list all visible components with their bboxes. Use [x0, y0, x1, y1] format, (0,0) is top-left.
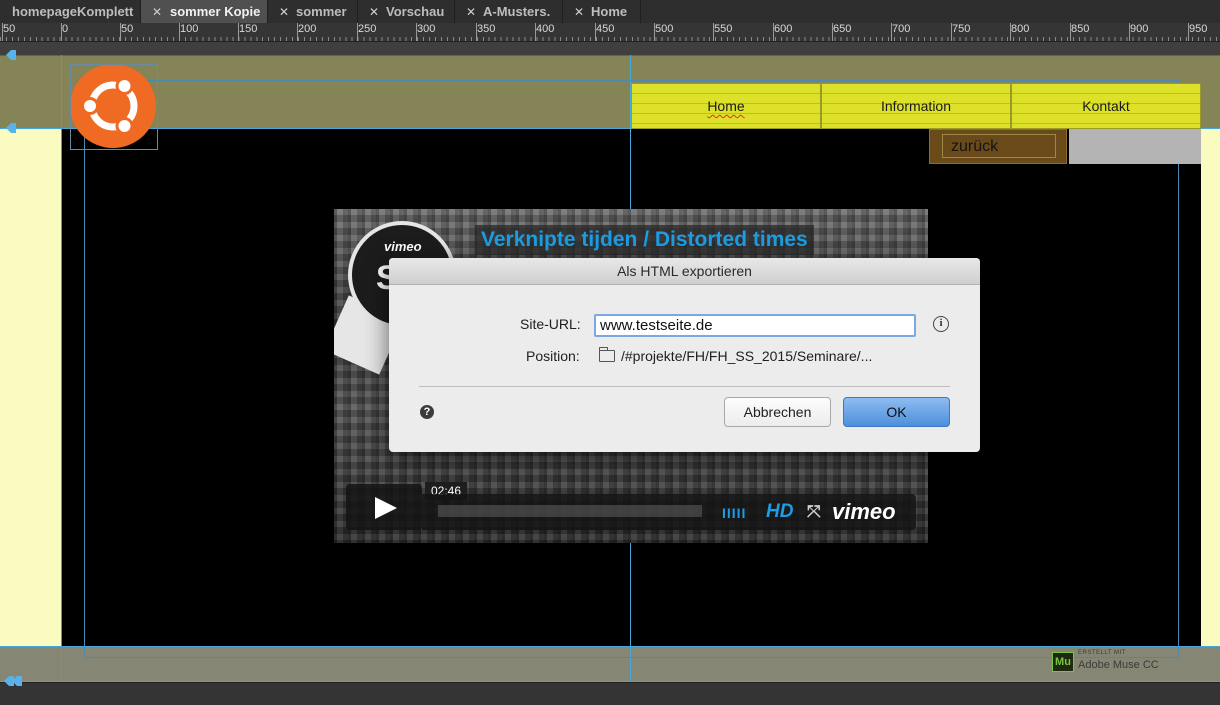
bottom-status-bar	[0, 682, 1220, 705]
ruler-label: 200	[298, 23, 317, 35]
nav-home-label: Home	[707, 98, 745, 114]
ruler-label: 350	[477, 23, 496, 35]
right-margin-area	[1201, 128, 1220, 646]
horizontal-ruler[interactable]: 50 0 50 100 150 200 250 300 350 400 450 500 550 600 65…	[0, 23, 1220, 42]
close-icon[interactable]: ✕	[574, 0, 584, 24]
ruler-label: 600	[774, 23, 793, 35]
tab-home[interactable]: ✕ Home	[563, 0, 641, 23]
ruler-label: 250	[358, 23, 377, 35]
ruler-label: 650	[833, 23, 852, 35]
tab-sommer-kopie[interactable]: ✕ sommer Kopie	[141, 0, 268, 23]
document-tab-bar: homepageKomplett ✕ sommer Kopie ✕ sommer…	[0, 0, 1220, 24]
back-button[interactable]: zurück	[929, 129, 1067, 164]
tab-label: sommer Kopie	[170, 4, 261, 19]
help-icon[interactable]: ?	[420, 405, 434, 419]
ruler-label: 850	[1071, 23, 1090, 35]
video-title[interactable]: Verknipte tijden / Distorted times	[475, 225, 814, 255]
close-icon[interactable]: ✕	[152, 0, 162, 24]
close-icon[interactable]: ✕	[279, 0, 289, 24]
tab-label: Vorschau	[386, 4, 445, 19]
play-icon	[375, 497, 397, 519]
ruler-label: 50	[121, 23, 134, 35]
logo-frame	[70, 64, 158, 150]
close-icon[interactable]: ✕	[466, 0, 476, 24]
video-controls-bar: IIIII HD ⤧ vimeo	[422, 494, 916, 530]
ruler-label: 700	[892, 23, 911, 35]
video-progress-bar[interactable]	[438, 505, 702, 517]
ruler-label: 450	[596, 23, 615, 35]
tab-label: sommer	[296, 4, 347, 19]
ruler-label: 0	[62, 23, 69, 35]
adobe-muse-icon: Mu	[1052, 652, 1074, 672]
ruler-label: 800	[1011, 23, 1030, 35]
folder-icon[interactable]	[599, 347, 615, 362]
left-margin-area	[0, 128, 61, 646]
dialog-separator	[419, 386, 950, 387]
badge-name: Adobe Muse CC	[1078, 659, 1159, 671]
site-url-input[interactable]	[594, 314, 916, 337]
tab-label: homepageKomplett	[12, 4, 134, 19]
hd-button[interactable]: HD	[766, 501, 793, 523]
ruler-label: 150	[239, 23, 258, 35]
ruler-label: 950	[1189, 23, 1208, 35]
left-page-guide	[61, 55, 62, 682]
ruler-label: 300	[417, 23, 436, 35]
nav-information-button[interactable]: Information	[821, 83, 1011, 129]
cancel-button[interactable]: Abbrechen	[724, 397, 831, 427]
ruler-label: 900	[1130, 23, 1149, 35]
nav-home-button[interactable]: Home	[631, 83, 821, 129]
tab-homepagekomplett[interactable]: homepageKomplett	[0, 0, 141, 23]
dialog-title: Als HTML exportieren	[389, 258, 980, 285]
nav-information-label: Information	[880, 98, 952, 114]
back-label: zurück	[942, 134, 1056, 158]
tab-a-musters[interactable]: ✕ A-Musters.	[455, 0, 563, 23]
page-top-guide	[0, 55, 1220, 56]
gray-placeholder-box[interactable]	[1069, 129, 1201, 164]
tab-label: A-Musters.	[483, 4, 551, 19]
tab-label: Home	[591, 4, 628, 19]
ruler-label: 50	[3, 23, 16, 35]
ruler-label: 500	[655, 23, 674, 35]
volume-bars-icon[interactable]: IIIII	[722, 505, 746, 521]
nav-kontakt-label: Kontakt	[1082, 98, 1130, 114]
ruler-label: 100	[180, 23, 199, 35]
ruler-label: 400	[536, 23, 555, 35]
ok-button[interactable]: OK	[843, 397, 950, 427]
tab-vorschau[interactable]: ✕ Vorschau	[358, 0, 455, 23]
video-play-button[interactable]	[346, 484, 422, 530]
ruler-label: 550	[714, 23, 733, 35]
nav-kontakt-button[interactable]: Kontakt	[1011, 83, 1201, 129]
close-icon[interactable]: ✕	[369, 0, 379, 24]
position-label: Position:	[526, 348, 580, 364]
vimeo-logo[interactable]: vimeo	[832, 499, 896, 525]
fullscreen-icon[interactable]: ⤧	[807, 502, 821, 522]
page-bottom-guide	[0, 681, 1220, 682]
badge-small-text: ERSTELLT MIT	[1078, 650, 1126, 656]
position-path[interactable]: /#projekte/FH/FH_SS_2015/Seminare/...	[621, 348, 872, 364]
seal-brand: vimeo	[384, 239, 422, 254]
export-html-dialog: Als HTML exportieren Site-URL: i Positio…	[389, 258, 980, 452]
ruler-label: 750	[952, 23, 971, 35]
tab-sommer[interactable]: ✕ sommer	[268, 0, 358, 23]
info-icon[interactable]: i	[933, 316, 949, 332]
site-url-label: Site-URL:	[520, 316, 581, 332]
